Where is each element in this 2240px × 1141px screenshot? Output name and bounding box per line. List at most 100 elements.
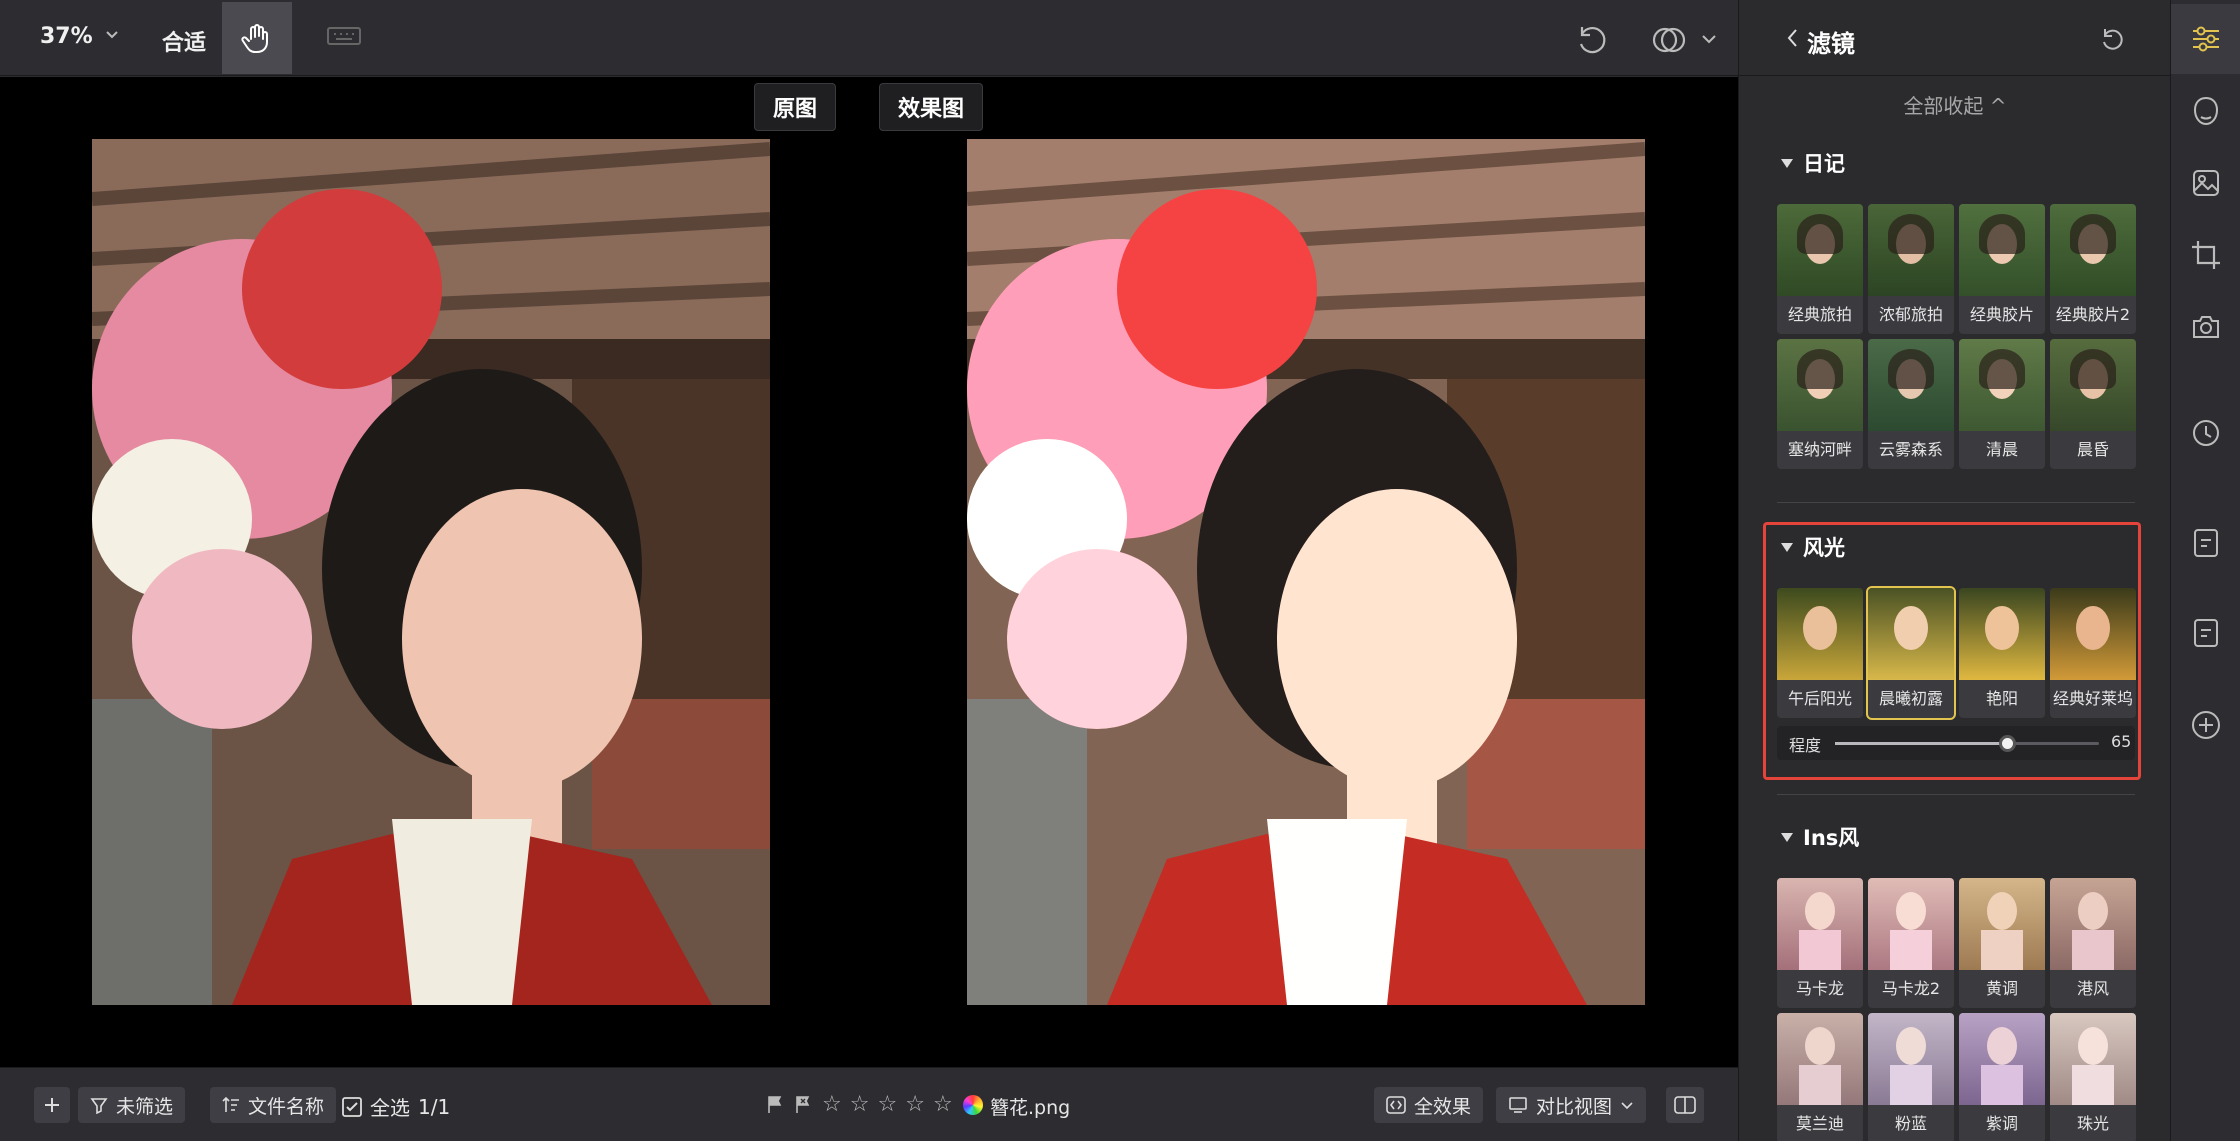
section-header-scenery[interactable]: 风光: [1781, 532, 1845, 562]
slider-value: 65: [2111, 732, 2132, 751]
filter-label: 未筛选: [116, 1095, 174, 1118]
zoom-dropdown[interactable]: 37%: [40, 24, 118, 49]
filter-thumb[interactable]: 经典胶片2: [2050, 204, 2136, 334]
effect-label: 效果图: [879, 83, 984, 131]
filter-name: 午后阳光: [1787, 689, 1852, 708]
filter-thumb[interactable]: 莫兰迪: [1777, 1013, 1863, 1141]
selection-count: 1/1: [418, 1094, 451, 1119]
filter-grid-diary: 经典旅拍 浓郁旅拍 经典胶片 经典胶片2 塞纳河畔 云雾森系 清晨 晨昏: [1777, 204, 2136, 469]
compare-view-dropdown[interactable]: 对比视图: [1496, 1087, 1647, 1123]
reject-flag-icon[interactable]: [794, 1095, 814, 1115]
split-view-icon: [1674, 1096, 1696, 1114]
flag-icon[interactable]: [766, 1095, 786, 1115]
star-icon[interactable]: ☆: [877, 1092, 897, 1117]
notes-icon[interactable]: [2171, 598, 2240, 668]
slider-fill: [1835, 742, 2007, 745]
filter-thumb[interactable]: 马卡龙: [1777, 878, 1863, 1008]
filter-thumb[interactable]: 浓郁旅拍: [1868, 204, 1954, 334]
keyboard-icon[interactable]: [326, 22, 362, 52]
crop-icon[interactable]: [2171, 220, 2240, 290]
filter-thumb[interactable]: 港风: [2050, 878, 2136, 1008]
filter-thumb[interactable]: 马卡龙2: [1868, 878, 1954, 1008]
filter-name: 经典好莱坞: [2052, 689, 2133, 708]
filter-thumb[interactable]: 午后阳光: [1777, 588, 1863, 718]
panel-header: 滤镜: [1739, 0, 2170, 76]
filter-panel: 滤镜 全部收起 ^ 日记 经典旅拍 浓郁旅拍 经典胶片 经典胶片2 塞纳河畔 云…: [1738, 0, 2170, 1141]
collapse-all-button[interactable]: 全部收起 ^: [1739, 90, 2170, 119]
filter-thumb[interactable]: 珠光: [2050, 1013, 2136, 1141]
section-title: Ins风: [1803, 826, 1860, 850]
hand-tool-button[interactable]: [222, 2, 292, 74]
filter-grid-ins: 马卡龙 马卡龙2 黄调 港风 莫兰迪 粉蓝 紫调 珠光: [1777, 878, 2136, 1141]
slider-track[interactable]: [1835, 735, 2099, 752]
filter-thumb[interactable]: 紫调: [1959, 1013, 2045, 1141]
intensity-slider[interactable]: 程度 65: [1777, 726, 2135, 760]
hand-icon: [241, 24, 268, 53]
adjust-sliders-icon[interactable]: [2171, 4, 2240, 74]
filter-thumb[interactable]: 塞纳河畔: [1777, 339, 1863, 469]
filter-name: 经典胶片: [1969, 305, 2034, 324]
filter-thumb[interactable]: 清晨: [1959, 339, 2045, 469]
star-icon[interactable]: ☆: [905, 1092, 925, 1117]
notes-icon[interactable]: [2171, 508, 2240, 578]
filter-thumb[interactable]: 经典旅拍: [1777, 204, 1863, 334]
split-view-button[interactable]: [1666, 1087, 1704, 1123]
filter-thumb[interactable]: 艳阳: [1959, 588, 2045, 718]
chevron-left-icon[interactable]: [1785, 27, 1801, 49]
filter-grid-scenery: 午后阳光 晨曦初露 艳阳 经典好莱坞: [1777, 586, 2136, 720]
triangle-down-icon: [1781, 832, 1793, 842]
slider-knob[interactable]: [1998, 735, 2016, 752]
image-canvas[interactable]: 原图 效果图: [0, 77, 1738, 1067]
filter-name: 紫调: [1985, 1114, 2018, 1133]
filter-thumb[interactable]: 云雾森系: [1868, 339, 1954, 469]
compare-view-label: 对比视图: [1536, 1095, 1613, 1118]
section-header-ins[interactable]: Ins风: [1781, 822, 1859, 852]
section-title: 风光: [1803, 536, 1845, 560]
filter-thumb[interactable]: 晨昏: [2050, 339, 2136, 469]
filter-name: 云雾森系: [1878, 440, 1943, 459]
original-label: 原图: [754, 83, 837, 131]
camera-icon[interactable]: [2171, 292, 2240, 362]
triangle-down-icon: [1781, 542, 1793, 552]
filter-name: 马卡龙2: [1881, 979, 1941, 998]
filter-name: 珠光: [2076, 1114, 2109, 1133]
reset-icon[interactable]: [2099, 26, 2125, 52]
panel-title: 滤镜: [1807, 30, 1855, 58]
history-clock-icon[interactable]: [2171, 398, 2240, 468]
chevron-down-icon: [106, 31, 118, 39]
select-all-label: 全选: [370, 1096, 410, 1120]
slider-label: 程度: [1789, 736, 1822, 755]
zoom-value: 37%: [40, 24, 93, 49]
fit-button[interactable]: 合适: [162, 25, 206, 57]
face-icon[interactable]: [2171, 76, 2240, 146]
section-header-diary[interactable]: 日记: [1781, 148, 1845, 178]
divider: [1777, 794, 2135, 795]
tool-rail: [2170, 0, 2240, 1141]
filter-thumb[interactable]: 经典好莱坞: [2050, 588, 2136, 718]
filter-thumb[interactable]: 粉蓝: [1868, 1013, 1954, 1141]
section-title: 日记: [1803, 152, 1845, 176]
overlay-compare-icon[interactable]: [1650, 22, 1688, 62]
add-button[interactable]: [34, 1087, 70, 1123]
star-icon[interactable]: ☆: [822, 1092, 842, 1117]
color-label-icon[interactable]: [963, 1095, 983, 1115]
star-icon[interactable]: ☆: [933, 1092, 953, 1117]
sort-button[interactable]: 文件名称: [210, 1087, 337, 1123]
filter-button[interactable]: 未筛选: [78, 1087, 186, 1123]
image-edit-icon[interactable]: [2171, 148, 2240, 218]
original-photo: [92, 139, 770, 1005]
chevron-down-icon[interactable]: [1700, 30, 1718, 48]
plus-icon: [45, 1098, 59, 1112]
select-all-checkbox[interactable]: 全选 1/1: [342, 1092, 450, 1121]
filter-name: 粉蓝: [1894, 1114, 1927, 1133]
top-toolbar: 37% 合适: [0, 0, 1738, 76]
photo-editor-app: 37% 合适 原图 效果图 未筛选 文件名称 全选 1/1 ☆ ☆ ☆ ☆ ☆ …: [0, 0, 2240, 1141]
filter-thumb[interactable]: 黄调: [1959, 878, 2045, 1008]
star-icon[interactable]: ☆: [850, 1092, 870, 1117]
filter-thumb-selected[interactable]: 晨曦初露: [1866, 586, 1956, 720]
filter-thumb[interactable]: 经典胶片: [1959, 204, 2045, 334]
chevron-down-icon: [1621, 1102, 1633, 1110]
add-circle-icon[interactable]: [2171, 690, 2240, 760]
undo-icon[interactable]: [1574, 22, 1610, 62]
full-effect-button[interactable]: 全效果: [1374, 1087, 1484, 1123]
